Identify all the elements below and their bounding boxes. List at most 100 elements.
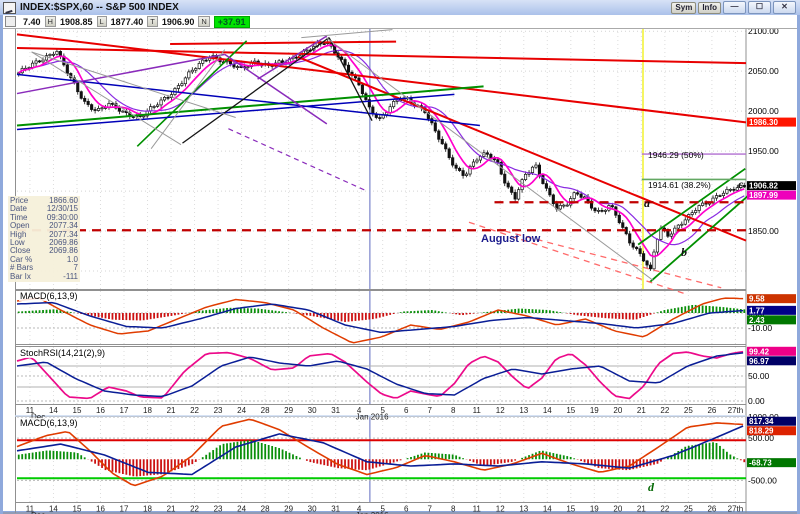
august-low-label: August low bbox=[481, 233, 540, 245]
tooltip-row: Bar Ix-111 bbox=[10, 273, 78, 281]
svg-text:14: 14 bbox=[49, 505, 58, 514]
quote-value: 7.40 bbox=[23, 17, 41, 27]
svg-text:1.77: 1.77 bbox=[749, 306, 765, 315]
svg-text:8: 8 bbox=[451, 406, 456, 415]
svg-text:16: 16 bbox=[96, 406, 105, 415]
svg-text:-500.00: -500.00 bbox=[748, 475, 777, 485]
svg-text:25: 25 bbox=[684, 406, 693, 415]
svg-text:1850.00: 1850.00 bbox=[748, 226, 779, 236]
info-button[interactable]: Info bbox=[698, 2, 721, 14]
wave-label-b: b bbox=[681, 245, 687, 260]
svg-text:7: 7 bbox=[427, 505, 432, 514]
quote-net-change: +37.91 bbox=[214, 16, 250, 28]
svg-text:20: 20 bbox=[613, 505, 622, 514]
wave-label-d: d bbox=[648, 480, 654, 495]
svg-text:26: 26 bbox=[707, 505, 716, 514]
wave-label-a: a bbox=[644, 196, 650, 211]
svg-text:15: 15 bbox=[73, 505, 82, 514]
svg-text:30: 30 bbox=[308, 406, 317, 415]
title-bar: INDEX:$SPX,60 -- S&P 500 INDEX Sym Info … bbox=[0, 0, 800, 15]
ema-slow-line bbox=[19, 50, 745, 244]
stoch-stoch-d bbox=[17, 353, 743, 397]
svg-text:28: 28 bbox=[261, 406, 270, 415]
svg-text:96.97: 96.97 bbox=[749, 357, 770, 366]
svg-text:9.58: 9.58 bbox=[749, 295, 765, 304]
data-tooltip: Price1866.60Date12/30/15Time09:30:00Open… bbox=[8, 196, 80, 282]
svg-text:13: 13 bbox=[519, 406, 528, 415]
svg-text:25: 25 bbox=[684, 505, 693, 514]
svg-text:14: 14 bbox=[49, 406, 58, 415]
minimize-button[interactable]: — bbox=[723, 1, 746, 14]
main-candles bbox=[18, 39, 746, 271]
price-axis[interactable]: 2100.002050.002000.001950.001850.001986.… bbox=[747, 26, 796, 485]
svg-text:818.29: 818.29 bbox=[749, 427, 774, 436]
svg-text:14: 14 bbox=[543, 505, 552, 514]
quote-bar: 7.40 H 1908.85 L 1877.40T 1906.90N +37.91 bbox=[3, 15, 797, 29]
quote-field-label: T bbox=[147, 16, 158, 27]
svg-text:15: 15 bbox=[566, 505, 575, 514]
svg-text:2050.00: 2050.00 bbox=[748, 66, 779, 76]
macd2-macd bbox=[17, 420, 743, 486]
svg-text:23: 23 bbox=[214, 406, 223, 415]
svg-text:12: 12 bbox=[496, 505, 505, 514]
svg-text:26: 26 bbox=[707, 406, 716, 415]
svg-text:11: 11 bbox=[473, 505, 482, 514]
svg-text:31: 31 bbox=[331, 505, 340, 514]
quote-value: 1906.90 bbox=[162, 17, 195, 27]
svg-text:19: 19 bbox=[590, 406, 599, 415]
svg-text:50.00: 50.00 bbox=[748, 371, 770, 381]
sym-button[interactable]: Sym bbox=[671, 2, 696, 14]
svg-text:1897.99: 1897.99 bbox=[749, 191, 778, 200]
svg-text:29: 29 bbox=[284, 406, 293, 415]
macd1-panel-label: MACD(6,13,9) bbox=[19, 291, 79, 301]
quote-field-label: H bbox=[45, 16, 56, 27]
svg-text:30: 30 bbox=[308, 505, 317, 514]
svg-text:13: 13 bbox=[519, 505, 528, 514]
quote-value: 1908.85 bbox=[60, 17, 93, 27]
svg-text:15: 15 bbox=[73, 406, 82, 415]
svg-text:817.34: 817.34 bbox=[749, 417, 774, 426]
svg-text:8: 8 bbox=[451, 505, 456, 514]
svg-text:Jan 2016: Jan 2016 bbox=[356, 413, 389, 422]
maximize-button[interactable]: ☐ bbox=[748, 1, 771, 14]
svg-text:1986.30: 1986.30 bbox=[749, 118, 778, 127]
chart-canvas[interactable]: 2100.002050.002000.001950.001850.001986.… bbox=[0, 0, 800, 514]
macd1-macd bbox=[17, 298, 743, 343]
svg-text:27th: 27th bbox=[728, 505, 744, 514]
macd2-panel-label: MACD(6,13,9) bbox=[19, 418, 79, 428]
svg-text:11: 11 bbox=[473, 406, 482, 415]
svg-text:21: 21 bbox=[167, 505, 176, 514]
svg-text:0.00: 0.00 bbox=[748, 396, 765, 406]
wave-label-c: c bbox=[738, 177, 743, 192]
svg-text:18: 18 bbox=[143, 406, 152, 415]
svg-text:19: 19 bbox=[590, 505, 599, 514]
quote-value: 1877.40 bbox=[111, 17, 144, 27]
svg-text:17: 17 bbox=[120, 505, 129, 514]
stochrsi-panel-label: StochRSI(14,21(2),9) bbox=[19, 348, 106, 358]
app-icon bbox=[3, 2, 16, 14]
chart-window: 2100.002050.002000.001950.001850.001986.… bbox=[0, 0, 800, 514]
svg-text:12: 12 bbox=[496, 406, 505, 415]
svg-text:22: 22 bbox=[660, 406, 669, 415]
svg-text:14: 14 bbox=[543, 406, 552, 415]
svg-text:1950.00: 1950.00 bbox=[748, 146, 779, 156]
svg-text:29: 29 bbox=[284, 505, 293, 514]
svg-text:16: 16 bbox=[96, 505, 105, 514]
svg-text:7: 7 bbox=[427, 406, 432, 415]
svg-text:27th: 27th bbox=[728, 406, 744, 415]
svg-text:2000.00: 2000.00 bbox=[748, 106, 779, 116]
macd1-panel bbox=[17, 298, 746, 343]
window-title: INDEX:$SPX,60 -- S&P 500 INDEX bbox=[20, 2, 179, 13]
quote-field-label: N bbox=[198, 16, 209, 27]
svg-text:23: 23 bbox=[214, 505, 223, 514]
svg-text:21: 21 bbox=[637, 406, 646, 415]
svg-text:18: 18 bbox=[143, 505, 152, 514]
svg-text:20: 20 bbox=[613, 406, 622, 415]
svg-text:24: 24 bbox=[237, 406, 246, 415]
quote-icon bbox=[5, 16, 16, 27]
svg-text:6: 6 bbox=[404, 505, 409, 514]
svg-text:6: 6 bbox=[404, 406, 409, 415]
close-button[interactable]: ✕ bbox=[773, 1, 796, 14]
quote-field-label: L bbox=[97, 16, 107, 27]
svg-text:22: 22 bbox=[190, 505, 199, 514]
